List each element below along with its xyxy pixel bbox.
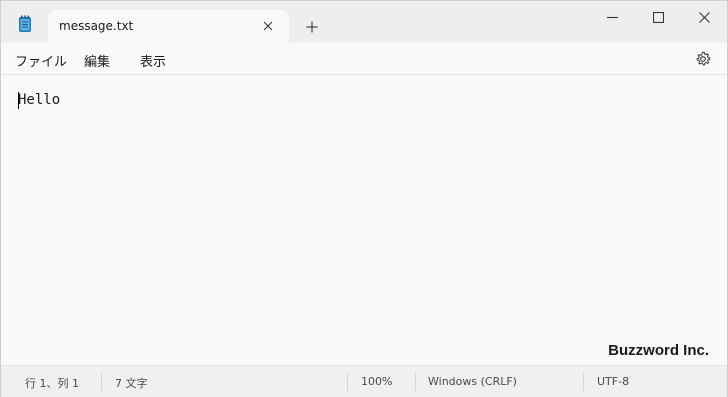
divider xyxy=(415,373,416,391)
plus-icon[interactable] xyxy=(303,18,321,36)
line-ending[interactable]: Windows (CRLF) xyxy=(428,375,517,388)
divider xyxy=(583,373,584,391)
watermark: Buzzword Inc. xyxy=(608,342,709,359)
tab-title: message.txt xyxy=(59,19,134,33)
char-count: 7 文字 xyxy=(115,377,148,390)
menu-edit[interactable]: 編集 xyxy=(84,51,110,70)
minimize-icon[interactable] xyxy=(589,1,635,33)
menu-view[interactable]: 表示 xyxy=(140,51,166,70)
tab-message-txt[interactable]: message.txt xyxy=(48,10,289,44)
menu-file[interactable]: ファイル xyxy=(15,51,67,70)
title-bar: message.txt xyxy=(1,1,727,44)
window-close-icon[interactable] xyxy=(681,1,727,33)
editor-content[interactable]: Hello xyxy=(18,92,60,108)
encoding[interactable]: UTF-8 xyxy=(597,375,629,388)
notepad-window: message.txt ファイル 編集 表示 Hello Buzzword In… xyxy=(0,0,728,397)
close-icon[interactable] xyxy=(260,18,276,34)
notepad-icon xyxy=(17,15,33,33)
menu-bar: ファイル 編集 表示 xyxy=(1,44,727,75)
divider xyxy=(347,373,348,391)
zoom-level: 100% xyxy=(361,375,393,388)
cursor-position: 行 1、列 1 xyxy=(25,377,79,390)
divider xyxy=(101,373,102,391)
text-caret xyxy=(18,92,19,109)
text-editor[interactable]: Hello Buzzword Inc. xyxy=(1,76,727,364)
status-bar: 行 1、列 1 7 文字 100% Windows (CRLF) UTF-8 xyxy=(1,365,727,397)
maximize-icon[interactable] xyxy=(635,1,681,33)
gear-icon[interactable] xyxy=(695,51,711,67)
